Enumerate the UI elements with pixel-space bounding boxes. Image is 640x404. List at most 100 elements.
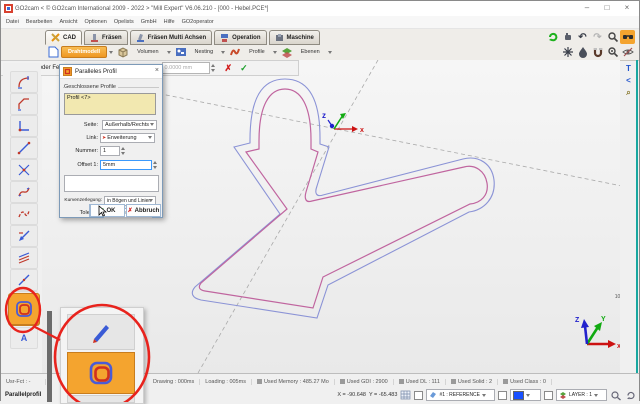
filter-icon[interactable]: T bbox=[626, 63, 631, 75]
svg-text:10 mm: 10 mm bbox=[615, 294, 620, 300]
ribbon-profile[interactable]: Profile bbox=[227, 46, 277, 58]
collapse-panel-icon[interactable]: < bbox=[626, 75, 631, 87]
layer-icon bbox=[559, 391, 567, 399]
fill-drop-icon[interactable] bbox=[575, 45, 590, 59]
maximize-button[interactable]: □ bbox=[597, 1, 617, 15]
seite-select[interactable]: Außerhalb/Rechts bbox=[102, 120, 157, 130]
menu-go2operator[interactable]: GO2operator bbox=[182, 19, 214, 25]
magnet-icon[interactable] bbox=[590, 45, 605, 59]
menu-gmbh[interactable]: GmbH bbox=[141, 19, 157, 25]
svg-text:Y: Y bbox=[601, 316, 606, 323]
tab-fraesen-multi-achsen[interactable]: Fräsen Multi Achsen bbox=[130, 30, 212, 45]
close-button[interactable]: × bbox=[617, 1, 637, 15]
plane-checkbox[interactable] bbox=[414, 391, 423, 400]
right-edge-accent bbox=[636, 60, 638, 373]
hide-eye-icon[interactable] bbox=[620, 45, 635, 59]
tool-parallel-lines-button[interactable] bbox=[10, 247, 38, 269]
offset-stepper[interactable] bbox=[153, 160, 157, 170]
color-select[interactable] bbox=[510, 389, 541, 401]
go2-view-icon[interactable] bbox=[620, 30, 635, 44]
profile-list-item[interactable]: Profil <7> bbox=[67, 95, 91, 101]
tool-corner-arrow-button[interactable] bbox=[10, 225, 38, 247]
dialog-title-bar[interactable]: Paralleles Profil × bbox=[60, 65, 162, 79]
flyout-sketch-button[interactable] bbox=[67, 314, 135, 350]
layer-checkbox[interactable] bbox=[544, 391, 553, 400]
color-checkbox[interactable] bbox=[498, 391, 507, 400]
tool-line-button[interactable] bbox=[10, 269, 38, 291]
tool-spline-button[interactable] bbox=[10, 181, 38, 203]
seite-label: Seite: bbox=[60, 122, 98, 128]
refresh-small-icon[interactable] bbox=[625, 390, 637, 401]
ribbon-drahtmodell[interactable]: Drahtmodell bbox=[45, 46, 113, 58]
menu-bearbeiten[interactable]: Bearbeiten bbox=[26, 19, 53, 25]
pan-hand-icon[interactable] bbox=[560, 30, 575, 44]
axes-star-icon[interactable] bbox=[560, 45, 575, 59]
tool-intersection-button[interactable] bbox=[10, 159, 38, 181]
tool-chamfer-button[interactable] bbox=[10, 93, 38, 115]
quick-icons-row2 bbox=[560, 45, 635, 59]
plane-select[interactable]: #1 : REFERENCE bbox=[426, 389, 495, 401]
tolerance-stepper[interactable] bbox=[211, 63, 215, 73]
grid-icon[interactable] bbox=[400, 390, 411, 400]
search-icon[interactable]: ⌕ bbox=[626, 87, 630, 99]
zoom-settings-icon[interactable] bbox=[610, 390, 622, 401]
minimize-button[interactable]: – bbox=[577, 1, 597, 15]
solid-cube-icon bbox=[117, 46, 129, 58]
tool-corner-button[interactable] bbox=[10, 115, 38, 137]
scale-bar: 10 mm bbox=[615, 267, 620, 300]
coordinate-y: Y = -65.483 bbox=[369, 392, 398, 398]
group-label: Geschlossene Profile bbox=[64, 84, 118, 90]
usr-fct-cell[interactable]: Usr-Fct : - bbox=[1, 379, 46, 385]
tool-curve-button[interactable] bbox=[10, 203, 38, 225]
redo-icon[interactable]: ↷ bbox=[590, 30, 605, 44]
nummer-stepper[interactable] bbox=[121, 146, 125, 156]
profile-list[interactable]: Profil <7> bbox=[64, 93, 156, 115]
ribbon-ebenen[interactable]: Ebenen bbox=[279, 46, 332, 58]
menu-optionen[interactable]: Optionen bbox=[85, 19, 107, 25]
dialog-close-icon[interactable]: × bbox=[155, 67, 159, 74]
ribbon-volumen[interactable]: Volumen bbox=[115, 46, 170, 58]
chevron-down-icon[interactable] bbox=[167, 51, 171, 54]
menu-ansicht[interactable]: Ansicht bbox=[59, 19, 77, 25]
refresh-icon[interactable] bbox=[545, 30, 560, 44]
chevron-down-icon[interactable] bbox=[221, 51, 225, 54]
nummer-field[interactable]: 1 bbox=[100, 146, 120, 156]
confirm-icon[interactable]: ✓ bbox=[240, 63, 248, 74]
tool-fillet-button[interactable] bbox=[10, 71, 38, 93]
ok-button[interactable]: ✓ OK bbox=[90, 204, 125, 217]
mouse-cursor bbox=[98, 205, 107, 217]
tab-maschine[interactable]: Maschine bbox=[269, 30, 320, 45]
used-solid-cell: Used Solid : 2 bbox=[446, 379, 498, 385]
layer-select[interactable]: LAYER : 1 bbox=[556, 389, 607, 401]
undo-icon[interactable]: ↶ bbox=[575, 30, 590, 44]
flyout-parallel-profile-button[interactable] bbox=[67, 352, 135, 394]
tab-operation[interactable]: Operation bbox=[214, 30, 266, 45]
profile-contour[interactable] bbox=[199, 89, 487, 308]
zoom-plus-icon[interactable] bbox=[605, 45, 620, 59]
tool-text-button[interactable]: A bbox=[10, 327, 38, 349]
offset-list[interactable] bbox=[64, 175, 159, 192]
color-swatch bbox=[513, 391, 524, 400]
menu-hilfe[interactable]: Hilfe bbox=[164, 19, 175, 25]
tolerance-field[interactable]: 0.0000 mm bbox=[162, 62, 210, 74]
chevron-down-icon[interactable] bbox=[273, 51, 277, 54]
line-icon bbox=[17, 273, 31, 287]
menu-datei[interactable]: Datei bbox=[6, 19, 19, 25]
tab-cad[interactable]: CAD bbox=[45, 30, 82, 45]
chevron-down-icon[interactable] bbox=[109, 51, 113, 54]
link-select[interactable]: ➤ Erweiterung bbox=[100, 133, 155, 143]
menu-opelists[interactable]: Opelists bbox=[114, 19, 134, 25]
cancel-icon[interactable]: ✗ bbox=[225, 63, 233, 74]
offset-field[interactable]: 5mm bbox=[100, 160, 152, 170]
wireframe-page-icon bbox=[47, 46, 59, 58]
abbruch-button[interactable]: ✗ Abbruch bbox=[126, 204, 161, 217]
tool-parallel-profile-active-button[interactable] bbox=[8, 293, 40, 325]
zoom-icon[interactable] bbox=[605, 30, 620, 44]
tool-segment-button[interactable] bbox=[10, 137, 38, 159]
chevron-down-icon[interactable] bbox=[328, 51, 332, 54]
ribbon-nesting[interactable]: Nesting bbox=[173, 46, 226, 58]
tab-fraesen[interactable]: Fräsen bbox=[84, 30, 128, 45]
flyout-next-button-peek[interactable] bbox=[67, 395, 135, 403]
fillet-icon bbox=[17, 75, 31, 89]
nummer-label: Nummer: bbox=[60, 148, 98, 154]
